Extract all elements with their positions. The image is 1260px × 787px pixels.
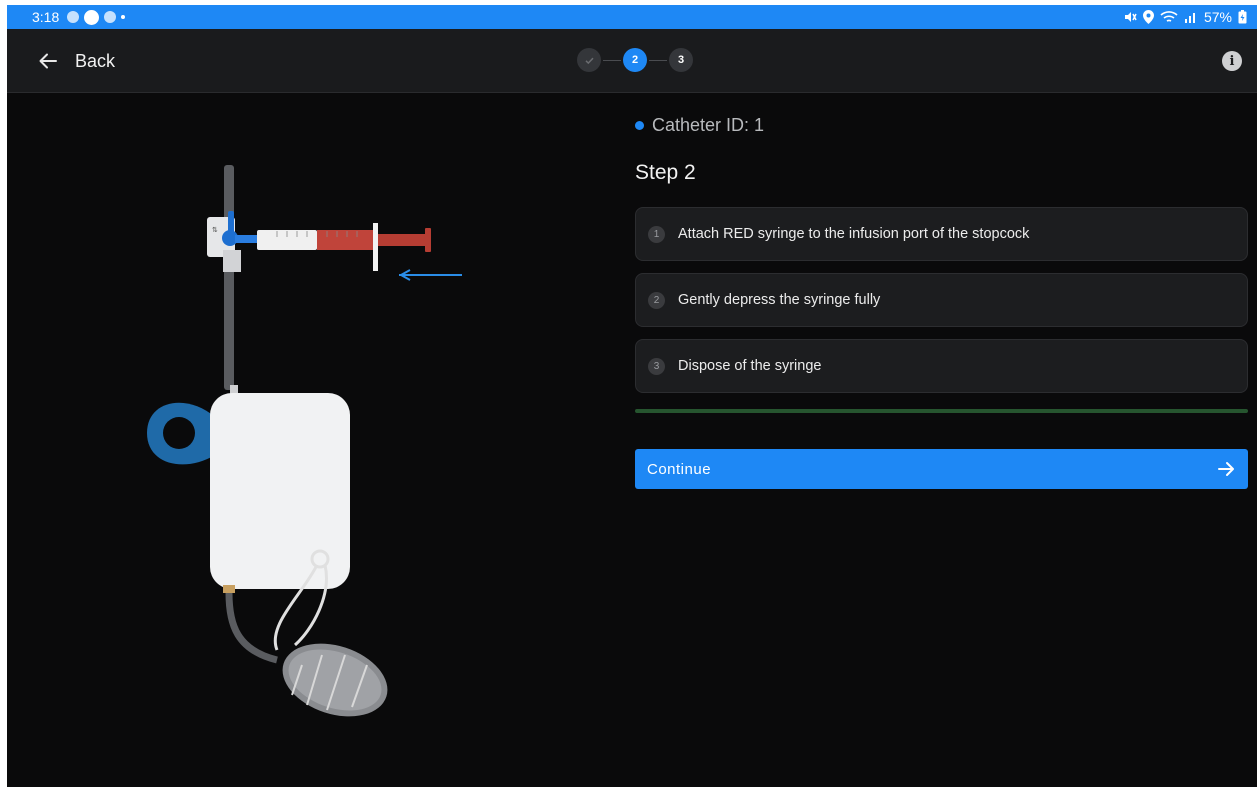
step-progress-indicator: 2 3 <box>577 48 693 72</box>
back-label: Back <box>75 50 116 71</box>
settings-notification-icon <box>67 11 80 23</box>
info-button[interactable]: i <box>1222 51 1242 71</box>
step-progress-bar <box>635 409 1248 413</box>
filter-pad-icon <box>282 643 388 717</box>
instruction-number: 1 <box>648 225 665 243</box>
instruction-item: 2 Gently depress the syringe fully <box>635 273 1248 327</box>
instruction-number: 2 <box>648 291 665 309</box>
step-title: Step 2 <box>635 161 696 184</box>
status-bar: 3:18 57% <box>7 5 1257 29</box>
check-icon <box>584 57 594 64</box>
info-icon: i <box>1229 53 1235 69</box>
pump-handle-icon <box>147 402 215 465</box>
instruction-item: 3 Dispose of the syringe <box>635 339 1248 393</box>
layers-notification-icon <box>104 11 117 23</box>
instruction-text: Dispose of the syringe <box>678 358 822 374</box>
wifi-icon <box>1160 11 1178 22</box>
svg-text:⇅: ⇅ <box>212 226 218 234</box>
instruction-text: Attach RED syringe to the infusion port … <box>678 226 1030 242</box>
location-icon <box>1142 10 1154 24</box>
catheter-id-text: Catheter ID: 1 <box>652 115 765 135</box>
instruction-text: Gently depress the syringe fully <box>678 292 881 308</box>
status-time: 3:18 <box>32 9 60 25</box>
instruction-item: 1 Attach RED syringe to the infusion por… <box>635 207 1248 261</box>
app-bar: Back 2 3 i <box>7 29 1257 93</box>
instruction-list: 1 Attach RED syringe to the infusion por… <box>635 207 1248 405</box>
catheter-tube <box>224 165 234 390</box>
red-syringe-icon <box>257 223 431 271</box>
mute-icon <box>1124 12 1137 22</box>
arrow-left-icon <box>39 53 57 69</box>
continue-button[interactable]: Continue <box>635 449 1248 489</box>
signal-icon <box>1184 13 1195 23</box>
catheter-id-label: Catheter ID: 1 <box>635 115 764 136</box>
instruction-number: 3 <box>648 357 665 375</box>
app-notification-icon <box>84 9 100 25</box>
more-notifications-icon <box>121 15 126 19</box>
step-2-current: 2 <box>623 48 647 72</box>
battery-charging-icon <box>1238 10 1247 24</box>
push-direction-arrow-icon <box>399 269 462 281</box>
back-button[interactable]: Back <box>37 43 115 79</box>
battery-percent: 57% <box>1203 9 1232 25</box>
arrow-right-icon <box>1218 462 1234 476</box>
stopcock-icon: ⇅ <box>207 211 257 272</box>
step-connector <box>603 59 621 61</box>
step-3-pending: 3 <box>669 48 693 72</box>
catheter-status-dot <box>635 121 644 130</box>
app-screen: 3:18 57% Back 2 3 i ⇅ Catheter ID: 1 Ste… <box>7 5 1257 787</box>
continue-label: Continue <box>647 460 712 478</box>
status-system-icons: 57% <box>1123 9 1247 25</box>
status-notification-icons <box>67 9 126 25</box>
syringe-stopcock-illustration: ⇅ <box>147 165 462 717</box>
step-1-complete <box>577 48 601 72</box>
step-connector <box>649 59 667 61</box>
